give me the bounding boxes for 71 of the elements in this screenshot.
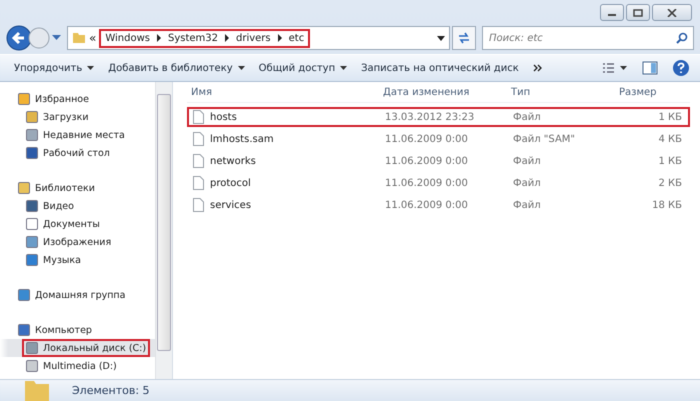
table-cell-text: 1 КБ bbox=[657, 156, 683, 166]
close-button[interactable] bbox=[652, 4, 692, 21]
forward-icon[interactable] bbox=[28, 27, 50, 49]
table-cell-text: Файл bbox=[513, 178, 542, 188]
caret-icon bbox=[340, 66, 348, 70]
sidebar-item[interactable]: Компьютер bbox=[0, 321, 155, 339]
dropdown-icon[interactable] bbox=[437, 36, 445, 40]
table-cell-text: 13.03.2012 23:23 bbox=[385, 112, 476, 122]
breadcrumb-item[interactable]: drivers bbox=[236, 32, 271, 44]
item-count: Элементов: 5 bbox=[72, 384, 150, 397]
file-name[interactable]: services bbox=[210, 200, 252, 210]
sidebar-item[interactable]: Загрузки bbox=[0, 108, 155, 126]
caret-icon bbox=[87, 66, 94, 70]
preview-pane-icon[interactable] bbox=[642, 61, 658, 75]
table-cell-text: Файл "SAM" bbox=[513, 134, 576, 144]
sidebar-item[interactable]: Документы bbox=[0, 215, 155, 233]
view-icon[interactable] bbox=[602, 62, 628, 74]
overflow-button[interactable]: « bbox=[89, 31, 96, 45]
maximize-button[interactable] bbox=[626, 4, 650, 21]
sidebar-item[interactable]: Рабочий стол bbox=[0, 144, 155, 162]
table-cell-text: 11.06.2009 0:00 bbox=[385, 178, 469, 188]
column-header[interactable]: Дата изменения bbox=[383, 86, 511, 98]
minimize-button[interactable] bbox=[600, 4, 624, 21]
back-icon[interactable] bbox=[6, 25, 32, 51]
file-name[interactable]: hosts bbox=[210, 112, 237, 122]
arrow-icon[interactable] bbox=[276, 34, 283, 42]
scrollbar[interactable] bbox=[155, 82, 172, 379]
arrow-icon[interactable] bbox=[224, 34, 230, 42]
table-cell-text: 11.06.2009 0:00 bbox=[385, 200, 469, 210]
table-cell-text: Файл bbox=[513, 200, 542, 210]
search-field[interactable]: Поиск: etc bbox=[482, 26, 694, 50]
file-name[interactable]: protocol bbox=[210, 178, 251, 188]
maximize-icon bbox=[633, 8, 643, 16]
table-cell-text: 2 КБ bbox=[657, 178, 683, 188]
sidebar-item[interactable]: Видео bbox=[0, 197, 155, 215]
breadcrumb-item[interactable]: etc bbox=[288, 32, 304, 44]
table-cell-text: Файл bbox=[513, 156, 542, 166]
sidebar-item[interactable]: Избранное bbox=[0, 90, 155, 108]
help-icon[interactable] bbox=[672, 59, 690, 77]
sidebar-item[interactable]: Недавние места bbox=[0, 126, 155, 144]
table-cell-text: 1 КБ bbox=[657, 112, 683, 122]
sidebar-item[interactable]: Домашняя группа bbox=[0, 286, 155, 304]
column-header[interactable]: Тип bbox=[511, 86, 611, 98]
file-name[interactable]: networks bbox=[210, 156, 256, 166]
refresh-button[interactable] bbox=[452, 26, 476, 50]
sidebar-item[interactable]: Multimedia (D:) bbox=[0, 357, 155, 375]
refresh-icon bbox=[457, 32, 471, 44]
table-cell-text: 4 КБ bbox=[657, 134, 683, 144]
arrow-icon[interactable] bbox=[156, 34, 162, 42]
toolbar-button[interactable]: Упорядочить bbox=[14, 62, 94, 74]
caret-icon bbox=[238, 66, 245, 70]
file-name[interactable]: lmhosts.sam bbox=[210, 134, 274, 144]
search-icon bbox=[676, 32, 688, 44]
breadcrumb-item[interactable]: Windows bbox=[105, 32, 150, 44]
sidebar-item[interactable]: Музыка bbox=[0, 251, 155, 269]
table-cell-text: 11.06.2009 0:00 bbox=[385, 156, 469, 166]
table-cell-text: 18 КБ bbox=[651, 200, 683, 210]
more-icon[interactable] bbox=[532, 64, 543, 72]
toolbar-button[interactable]: Записать на оптический диск bbox=[361, 62, 519, 74]
address-bar[interactable]: « Windows System32 drivers etc bbox=[67, 26, 450, 50]
close-icon bbox=[667, 8, 677, 16]
toolbar-button[interactable]: Общий доступ bbox=[258, 62, 348, 74]
table-cell-text: 11.06.2009 0:00 bbox=[385, 134, 469, 144]
breadcrumb-item[interactable]: System32 bbox=[168, 32, 218, 44]
sidebar-item[interactable]: Локальный диск (C:) bbox=[0, 339, 155, 357]
column-header[interactable]: Размер bbox=[611, 86, 690, 98]
column-header[interactable]: Имя bbox=[187, 86, 383, 98]
toolbar-button[interactable]: Добавить в библиотеку bbox=[108, 62, 245, 74]
sidebar-item[interactable]: Изображения bbox=[0, 233, 155, 251]
sidebar-item[interactable]: Библиотеки bbox=[0, 179, 155, 197]
table-cell-text: Файл bbox=[513, 112, 542, 122]
